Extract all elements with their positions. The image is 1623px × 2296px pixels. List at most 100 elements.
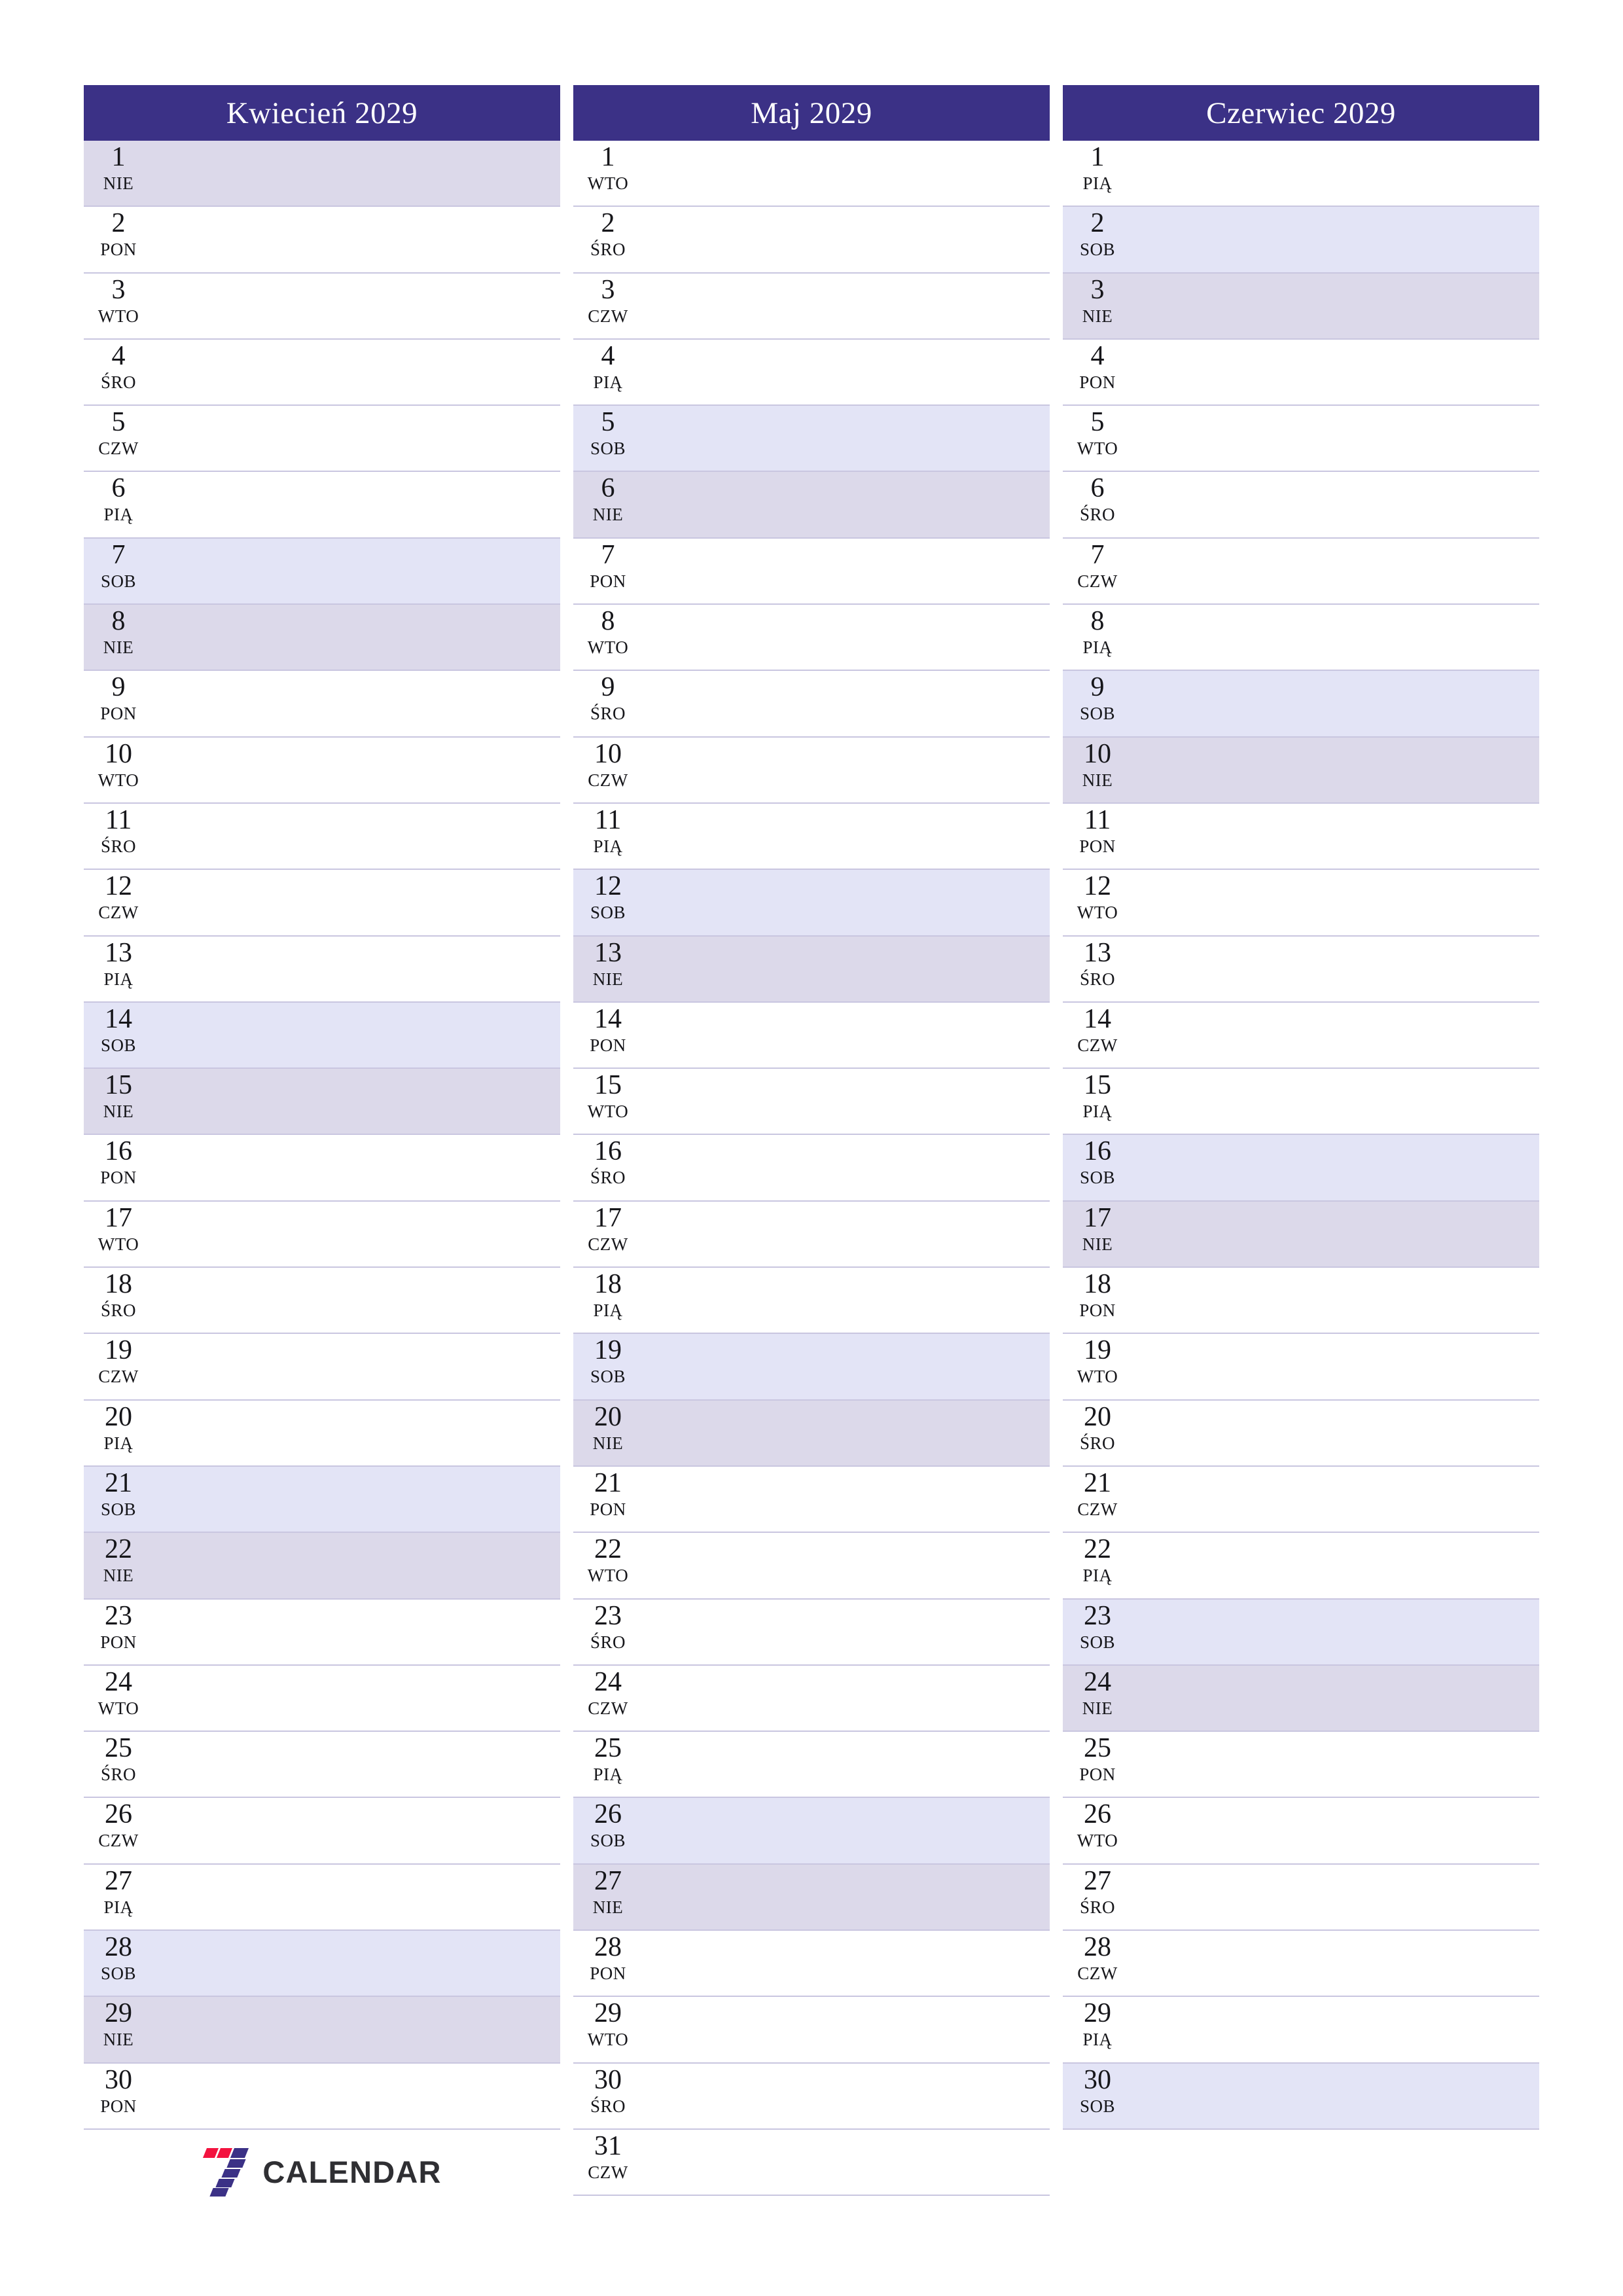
day-row[interactable]: 21 PON [573,1466,1050,1534]
day-row[interactable]: 7 CZW [1063,538,1539,605]
day-row[interactable]: 26 CZW [84,1798,560,1865]
day-number: 5 [111,407,126,438]
day-row[interactable]: 14 PON [573,1002,1050,1069]
day-row[interactable]: 1 PIĄ [1063,141,1539,207]
day-number: 6 [601,473,615,504]
day-row[interactable]: 11 PIĄ [573,803,1050,870]
day-row[interactable]: 15 WTO [573,1069,1050,1136]
day-of-week-label: SOB [100,1035,137,1055]
day-row[interactable]: 20 PIĄ [84,1400,560,1467]
day-row[interactable]: 30 SOB [1063,2063,1539,2130]
day-row[interactable]: 13 PIĄ [84,936,560,1003]
day-row[interactable]: 19 WTO [1063,1334,1539,1401]
day-row[interactable]: 28 SOB [84,1931,560,1998]
day-row[interactable]: 18 PIĄ [573,1268,1050,1335]
day-row[interactable]: 18 ŚRO [84,1268,560,1335]
day-row[interactable]: 19 SOB [573,1334,1050,1401]
day-row[interactable]: 11 PON [1063,803,1539,870]
day-row[interactable]: 11 ŚRO [84,803,560,870]
day-row[interactable]: 28 PON [573,1931,1050,1998]
day-row[interactable]: 14 CZW [1063,1002,1539,1069]
day-of-week-label: CZW [98,1831,139,1851]
day-row[interactable]: 15 PIĄ [1063,1069,1539,1136]
day-row[interactable]: 13 ŚRO [1063,936,1539,1003]
day-row[interactable]: 22 NIE [84,1533,560,1600]
day-row[interactable]: 17 CZW [573,1201,1050,1268]
day-row[interactable]: 30 PON [84,2063,560,2130]
day-row[interactable]: 4 ŚRO [84,339,560,406]
day-row[interactable]: 1 NIE [84,141,560,207]
day-of-week-label: ŚRO [590,240,626,260]
day-number: 16 [594,1136,622,1167]
day-row[interactable]: 17 WTO [84,1201,560,1268]
day-row[interactable]: 3 CZW [573,273,1050,340]
day-row[interactable]: 20 NIE [573,1400,1050,1467]
day-row[interactable]: 8 WTO [573,605,1050,672]
day-row[interactable]: 29 NIE [84,1997,560,2064]
day-row[interactable]: 5 SOB [573,406,1050,473]
day-row[interactable]: 1 WTO [573,141,1050,207]
day-row[interactable]: 6 ŚRO [1063,472,1539,539]
day-row[interactable]: 22 PIĄ [1063,1533,1539,1600]
day-row[interactable]: 24 WTO [84,1665,560,1732]
day-row[interactable]: 29 PIĄ [1063,1997,1539,2064]
day-row[interactable]: 24 CZW [573,1665,1050,1732]
day-row[interactable]: 6 NIE [573,472,1050,539]
day-row[interactable]: 27 ŚRO [1063,1864,1539,1931]
day-row[interactable]: 30 ŚRO [573,2063,1050,2130]
day-row[interactable]: 19 CZW [84,1334,560,1401]
day-row[interactable]: 16 SOB [1063,1135,1539,1202]
day-row[interactable]: 2 ŚRO [573,207,1050,274]
day-row[interactable]: 8 NIE [84,605,560,672]
day-row[interactable]: 21 SOB [84,1466,560,1534]
day-number: 27 [594,1865,622,1896]
day-row[interactable]: 12 WTO [1063,870,1539,937]
day-row[interactable]: 18 PON [1063,1268,1539,1335]
day-row[interactable]: 12 CZW [84,870,560,937]
day-row[interactable]: 10 NIE [1063,737,1539,804]
day-number: 5 [601,407,615,438]
day-row[interactable]: 9 ŚRO [573,671,1050,738]
day-row[interactable]: 16 ŚRO [573,1135,1050,1202]
day-row[interactable]: 27 PIĄ [84,1864,560,1931]
day-row[interactable]: 25 PON [1063,1732,1539,1799]
day-row[interactable]: 23 SOB [1063,1599,1539,1666]
day-row[interactable]: 27 NIE [573,1864,1050,1931]
day-row[interactable]: 16 PON [84,1135,560,1202]
day-row[interactable]: 31 CZW [573,2129,1050,2197]
day-row[interactable]: 26 WTO [1063,1798,1539,1865]
day-row[interactable]: 26 SOB [573,1798,1050,1865]
day-row[interactable]: 8 PIĄ [1063,605,1539,672]
day-row[interactable]: 2 SOB [1063,207,1539,274]
day-row[interactable]: 28 CZW [1063,1931,1539,1998]
day-row[interactable]: 13 NIE [573,936,1050,1003]
day-row[interactable]: 23 PON [84,1599,560,1666]
day-of-week-label: ŚRO [1079,969,1116,989]
day-row[interactable]: 29 WTO [573,1997,1050,2064]
day-row[interactable]: 10 WTO [84,737,560,804]
day-row[interactable]: 25 ŚRO [84,1732,560,1799]
day-row[interactable]: 5 CZW [84,406,560,473]
day-row[interactable]: 5 WTO [1063,406,1539,473]
day-row[interactable]: 17 NIE [1063,1201,1539,1268]
day-row[interactable]: 24 NIE [1063,1665,1539,1732]
day-row[interactable]: 3 WTO [84,273,560,340]
day-row[interactable]: 21 CZW [1063,1466,1539,1534]
day-row[interactable]: 25 PIĄ [573,1732,1050,1799]
day-row[interactable]: 23 ŚRO [573,1599,1050,1666]
day-row[interactable]: 9 PON [84,671,560,738]
day-row[interactable]: 6 PIĄ [84,472,560,539]
day-row[interactable]: 10 CZW [573,737,1050,804]
day-row[interactable]: 15 NIE [84,1069,560,1136]
day-row[interactable]: 14 SOB [84,1002,560,1069]
day-row[interactable]: 22 WTO [573,1533,1050,1600]
day-row[interactable]: 7 PON [573,538,1050,605]
day-row[interactable]: 3 NIE [1063,273,1539,340]
day-row[interactable]: 4 PIĄ [573,339,1050,406]
day-row[interactable]: 2 PON [84,207,560,274]
day-row[interactable]: 9 SOB [1063,671,1539,738]
day-row[interactable]: 12 SOB [573,870,1050,937]
day-row[interactable]: 7 SOB [84,538,560,605]
day-row[interactable]: 4 PON [1063,339,1539,406]
day-row[interactable]: 20 ŚRO [1063,1400,1539,1467]
